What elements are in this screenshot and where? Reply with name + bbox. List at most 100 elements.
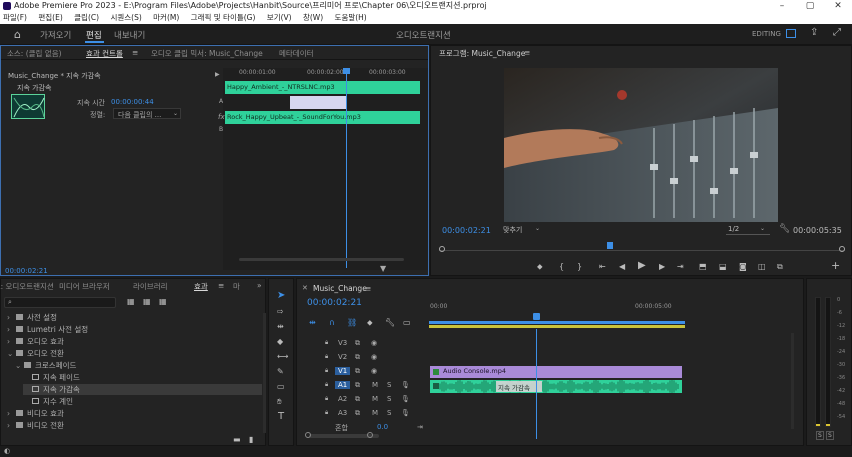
scrub-playhead[interactable] <box>607 242 613 249</box>
clip-a[interactable]: Happy_Ambient_-_NTRSLNC.mp3 <box>225 81 420 94</box>
yuv-effects-icon[interactable]: ▦ <box>159 297 167 307</box>
workspaces-icon[interactable] <box>786 29 796 38</box>
effects-tree-item[interactable]: 지속 가감속 <box>23 384 262 395</box>
sync-lock-icon[interactable]: ⧉ <box>355 339 360 348</box>
play-icon[interactable]: ▶︎ <box>638 261 646 271</box>
mark-out-icon[interactable]: } <box>577 262 582 272</box>
chevron-right-icon[interactable]: › <box>7 421 16 430</box>
menu-view[interactable]: 보기(V) <box>267 13 292 22</box>
effects-tree-item[interactable]: › Lumetri 사전 설정 <box>7 324 262 335</box>
minimize-button[interactable]: – <box>768 0 796 12</box>
effects-tree-item[interactable]: › 비디오 전환 <box>7 420 262 431</box>
tab-effects[interactable]: 효과 <box>194 281 208 292</box>
sync-lock-icon[interactable]: ⧉ <box>355 367 360 376</box>
menu-sequence[interactable]: 시퀀스(S) <box>110 13 141 22</box>
scroll-right-handle[interactable] <box>367 432 373 438</box>
accelerated-effects-icon[interactable]: ▦ <box>127 297 135 307</box>
razor-tool-icon[interactable]: ◆ <box>277 337 283 347</box>
settings-wrench-icon[interactable]: 🔧︎ <box>385 318 395 328</box>
microphone-icon[interactable]: 🎙︎ <box>401 395 410 403</box>
microphone-icon[interactable]: 🎙︎ <box>401 381 410 389</box>
new-bin-icon[interactable]: ▬ <box>233 435 241 445</box>
tab-metadata[interactable]: 메타데이터 <box>279 48 314 59</box>
tab-project[interactable]: 프로젝트: 오디오트랜지션 <box>0 281 54 292</box>
track-target-toggle[interactable]: A1 <box>335 381 351 389</box>
solo-left-button[interactable]: S <box>816 431 824 440</box>
chevron-right-icon[interactable]: › <box>7 337 16 346</box>
hand-tool-icon[interactable]: ✋︎ <box>277 397 282 407</box>
scrub-start-handle[interactable] <box>439 246 445 252</box>
timeline-v-scrollbar[interactable] <box>791 333 794 429</box>
program-timecode[interactable]: 00:00:02:21 <box>442 226 491 235</box>
tab-sequence[interactable]: Music_Change <box>313 284 367 293</box>
effects-tree-item[interactable]: › 비디오 효과 <box>7 408 262 419</box>
linked-selection-icon[interactable]: ⛓︎ <box>347 318 357 328</box>
nest-icon[interactable]: ⇹ <box>309 318 316 328</box>
effects-search-input[interactable]: ⌕ <box>4 297 116 308</box>
eye-icon[interactable]: ◉ <box>371 353 377 361</box>
go-to-in-icon[interactable]: ⇤ <box>599 262 606 272</box>
mute-button[interactable]: M <box>372 409 378 417</box>
effects-tree-item[interactable]: 지수 계인 <box>23 396 262 407</box>
solo-button[interactable]: S <box>387 409 391 417</box>
mini-ruler[interactable]: 00:00:01:00 00:00:02:00 00:00:03:00 <box>223 68 428 78</box>
tab-media-browser[interactable]: 미디어 브라우저 <box>59 281 110 292</box>
video-clip[interactable]: Audio Console.mp4 <box>430 366 682 378</box>
align-dropdown[interactable]: 다음 클립의 ... ⌄ <box>113 108 181 119</box>
track-target-toggle[interactable]: A3 <box>335 409 350 417</box>
mini-playhead-handle[interactable] <box>343 68 350 74</box>
lock-icon[interactable]: 🔒︎ <box>325 339 328 347</box>
selection-tool-icon[interactable]: ➤ <box>277 291 285 301</box>
expand-tabs-icon[interactable]: » <box>257 281 262 290</box>
mute-button[interactable]: M <box>372 395 378 403</box>
snap-icon[interactable]: ∩ <box>329 318 335 328</box>
add-marker-icon[interactable]: ⬥ <box>367 318 373 328</box>
sync-lock-icon[interactable]: ⧉ <box>355 395 360 404</box>
playhead-handle[interactable] <box>533 313 540 320</box>
panel-menu-icon[interactable]: ≡ <box>218 281 224 290</box>
captions-icon[interactable]: ▭ <box>403 318 411 328</box>
fullscreen-icon[interactable]: ⤢ <box>833 27 841 38</box>
camera-icon[interactable]: ◙ <box>739 262 747 272</box>
sync-lock-icon[interactable]: ⧉ <box>355 353 360 362</box>
timeline-playhead[interactable] <box>536 329 537 439</box>
extract-icon[interactable]: ⬓ <box>719 262 727 272</box>
add-button-icon[interactable]: + <box>831 260 840 271</box>
wrench-icon[interactable]: 🔧︎ <box>779 224 790 234</box>
lock-icon[interactable]: 🔒︎ <box>325 381 328 389</box>
lift-icon[interactable]: ⬒ <box>699 262 707 272</box>
menu-graphics[interactable]: 그래픽 및 타이틀(G) <box>191 13 256 22</box>
timeline-timecode[interactable]: 00:00:02:21 <box>307 298 362 308</box>
menu-marker[interactable]: 마커(M) <box>153 13 179 22</box>
transition-block[interactable] <box>290 96 347 109</box>
panel-menu-icon[interactable]: ≡ <box>524 48 530 57</box>
track-target-toggle[interactable]: V3 <box>335 339 350 347</box>
lock-icon[interactable]: 🔒︎ <box>325 367 328 375</box>
tab-audio-clip-mixer[interactable]: 오디오 클립 믹서: Music_Change <box>151 48 263 59</box>
slip-tool-icon[interactable]: ⟷ <box>277 352 288 362</box>
lock-icon[interactable]: 🔒︎ <box>325 409 328 417</box>
menu-window[interactable]: 창(W) <box>303 13 323 22</box>
mini-playhead[interactable] <box>346 68 347 268</box>
ripple-edit-tool-icon[interactable]: ⇹ <box>277 322 284 332</box>
mini-scrollbar[interactable] <box>239 258 404 261</box>
chevron-right-icon[interactable]: › <box>7 409 16 418</box>
panel-menu-icon[interactable]: ≡ <box>132 48 138 57</box>
go-to-end-icon[interactable]: ⇥ <box>417 423 423 431</box>
resolution-dropdown[interactable]: 1/2 ⌄ <box>726 224 770 235</box>
step-forward-icon[interactable]: ▶︎ <box>659 262 665 272</box>
compare-icon[interactable]: ◫ <box>758 262 766 272</box>
32bit-effects-icon[interactable]: ▦ <box>143 297 151 307</box>
menu-file[interactable]: 파일(F) <box>3 13 27 22</box>
lock-icon[interactable]: 🔒︎ <box>325 395 328 403</box>
eye-icon[interactable]: ◉ <box>371 339 377 347</box>
chevron-right-icon[interactable]: › <box>7 313 16 322</box>
multi-camera-icon[interactable]: ⧉ <box>777 262 783 272</box>
chevron-right-icon[interactable]: › <box>7 325 16 334</box>
duration-value[interactable]: 00:00:00:44 <box>111 98 154 106</box>
scroll-left-handle[interactable] <box>305 432 311 438</box>
tab-program[interactable]: 프로그램: Music_Change <box>439 48 525 59</box>
add-marker-icon[interactable]: ⬥ <box>537 262 543 272</box>
fit-dropdown[interactable]: 맞추기 ⌄ <box>501 224 545 235</box>
solo-right-button[interactable]: S <box>826 431 834 440</box>
